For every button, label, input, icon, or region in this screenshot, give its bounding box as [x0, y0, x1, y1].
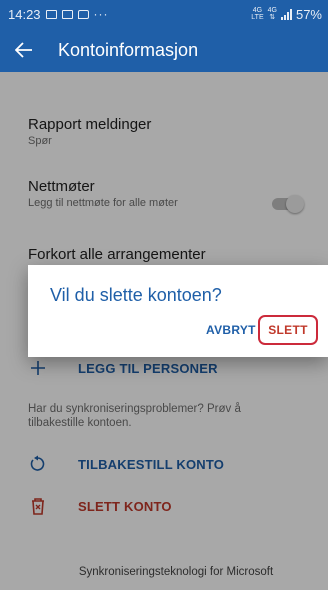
status-bar: 14:23 ··· 4G LTE 4G ⇅ 57%	[0, 0, 328, 28]
battery-level: 57%	[295, 6, 322, 22]
signal-icon	[280, 8, 292, 20]
page-title: Kontoinformasjon	[58, 39, 199, 60]
arrow-left-icon	[15, 42, 32, 58]
app-bar: Kontoinformasjon	[0, 28, 328, 72]
dialog-title: Vil du slette kontoen?	[50, 285, 222, 305]
status-time: 14:23	[8, 6, 41, 22]
confirm-delete-button[interactable]: SLETT	[258, 315, 318, 345]
screen: 14:23 ··· 4GLTE 4G⇅ 57% Kontoinformasj	[0, 0, 328, 590]
mail-icon	[61, 9, 73, 19]
delete-account-dialog: Vil du slette kontoen? AVBRYT SLETT	[28, 265, 328, 357]
back-button[interactable]	[12, 38, 36, 62]
message-icon	[77, 9, 89, 19]
cancel-button[interactable]: AVBRYT	[206, 323, 256, 337]
gallery-icon	[45, 9, 57, 19]
status-right: 4G LTE 4G ⇅ 57%	[251, 7, 322, 22]
network-4g-icon: 4G ⇅	[267, 7, 277, 21]
more-notifications-icon: ···	[93, 7, 109, 21]
status-left: 14:23 ···	[8, 7, 109, 22]
network-4g-lte-icon: 4G LTE	[251, 7, 264, 21]
